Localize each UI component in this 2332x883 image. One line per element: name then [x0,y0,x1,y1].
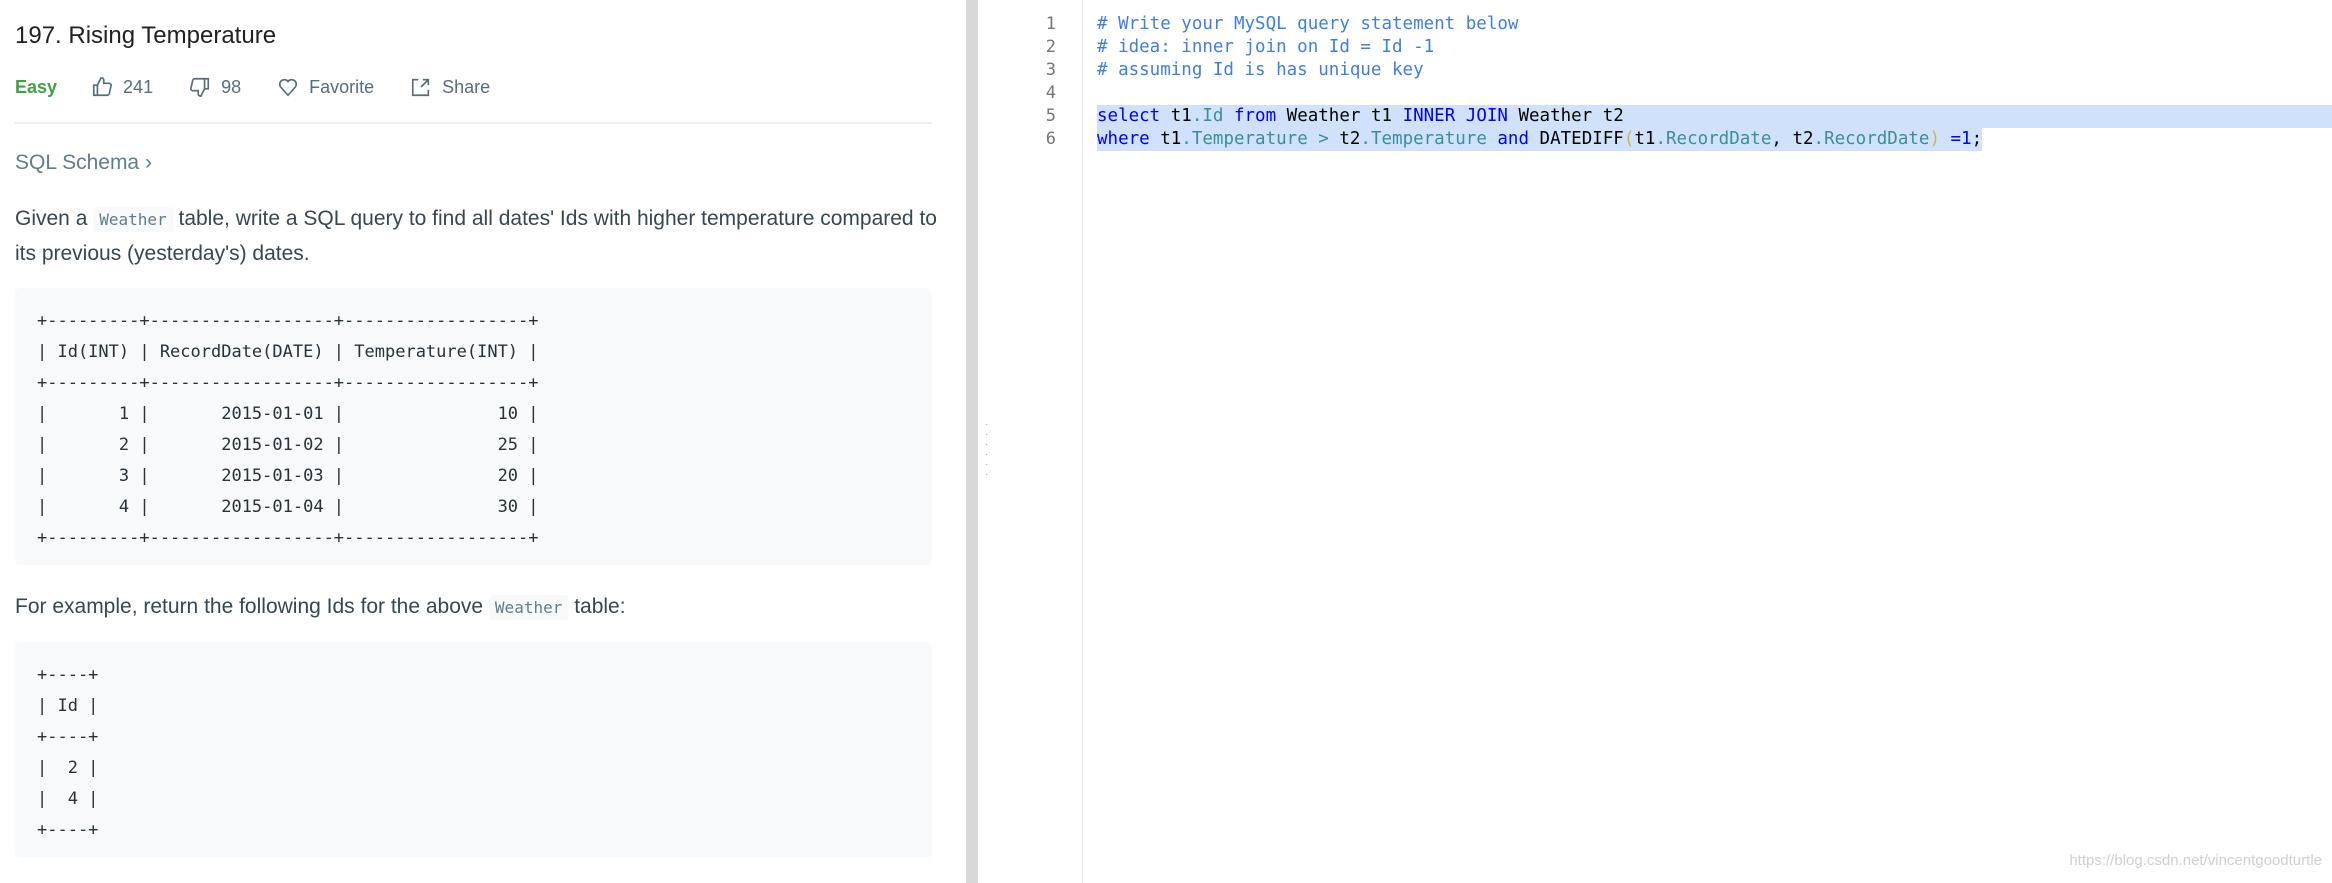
divider [15,122,932,124]
example-text-after: table: [568,595,626,618]
token: , t2 [1771,129,1814,149]
token: =1 [1939,129,1972,149]
token: and [1486,129,1530,149]
token: t1 [1634,129,1656,149]
token: Weather t1 [1276,106,1403,126]
token: ; [1971,129,1983,149]
share-label: Share [442,76,491,97]
example-text-before: For example, return the following Ids fo… [15,595,489,618]
problem-title: 197. Rising Temperature [15,22,277,49]
problem-description-pane: 197. Rising Temperature Easy 241 98 Favo… [0,0,964,883]
share-button[interactable]: Share [410,76,490,98]
result-table-block: +----+ | Id | +----+ | 2 | | 4 | +----+ [15,642,932,858]
line-number: 5 [1045,106,1056,126]
example-text: For example, return the following Ids fo… [15,590,940,625]
token: .RecordDate [1813,129,1930,149]
line-number-gutter: 1 2 3 4 5 6 [981,0,1083,883]
line-number: 4 [1045,83,1056,103]
desc-text: Given a [15,207,94,230]
token: ) [1929,129,1940,149]
sql-schema-link[interactable]: SQL Schema › [15,151,152,175]
line-number: 3 [1045,60,1056,80]
problem-description: Given a Weather table, write a SQL query… [15,202,940,271]
token: Weather t2 [1507,106,1624,126]
token: .Id [1191,106,1224,126]
code-line-2[interactable]: # idea: inner join on Id = Id -1 [1097,36,1434,59]
line-number: 2 [1045,37,1056,57]
pane-splitter[interactable] [966,0,978,883]
token: .Temperature [1181,129,1308,149]
token: t1 [1149,129,1182,149]
thumbs-down-icon [190,77,210,97]
token: from [1223,106,1277,126]
token: t1 [1160,106,1192,126]
inline-code: Weather [93,207,173,232]
token: DATEDIFF [1529,129,1624,149]
code-line-6[interactable]: where t1.Temperature > t2.Temperature an… [1097,128,1983,151]
token: INNER JOIN [1402,106,1508,126]
token: select [1097,106,1161,126]
token: where [1097,129,1150,149]
line-number: 1 [1045,14,1056,34]
code-line-3[interactable]: # assuming Id is has unique key [1097,59,1424,82]
watermark: https://blog.csdn.net/vincentgoodturtle [2069,852,2322,869]
thumbs-up-icon [92,77,113,97]
token: ( [1623,129,1635,149]
like-count: 241 [123,76,154,97]
weather-table-block: +---------+------------------+----------… [15,288,932,565]
inline-code: Weather [488,595,569,620]
token: .Temperature [1360,129,1487,149]
difficulty-badge: Easy [15,76,58,97]
dislike-count: 98 [221,76,242,97]
dislike-button[interactable]: 98 [189,76,241,98]
line-number: 6 [1045,129,1056,149]
problem-meta-bar: Easy 241 98 Favorite Share [15,76,526,98]
token: > [1307,129,1329,149]
favorite-button[interactable]: Favorite [277,76,374,98]
code-line-5[interactable]: select t1.Id from Weather t1 INNER JOIN … [1097,105,2332,128]
share-icon [412,78,430,97]
like-button[interactable]: 241 [91,76,153,98]
token: t2 [1328,129,1361,149]
heart-icon [279,78,298,97]
code-line-1[interactable]: # Write your MySQL query statement below [1097,13,1518,36]
token: .RecordDate [1655,129,1772,149]
favorite-label: Favorite [309,76,375,97]
